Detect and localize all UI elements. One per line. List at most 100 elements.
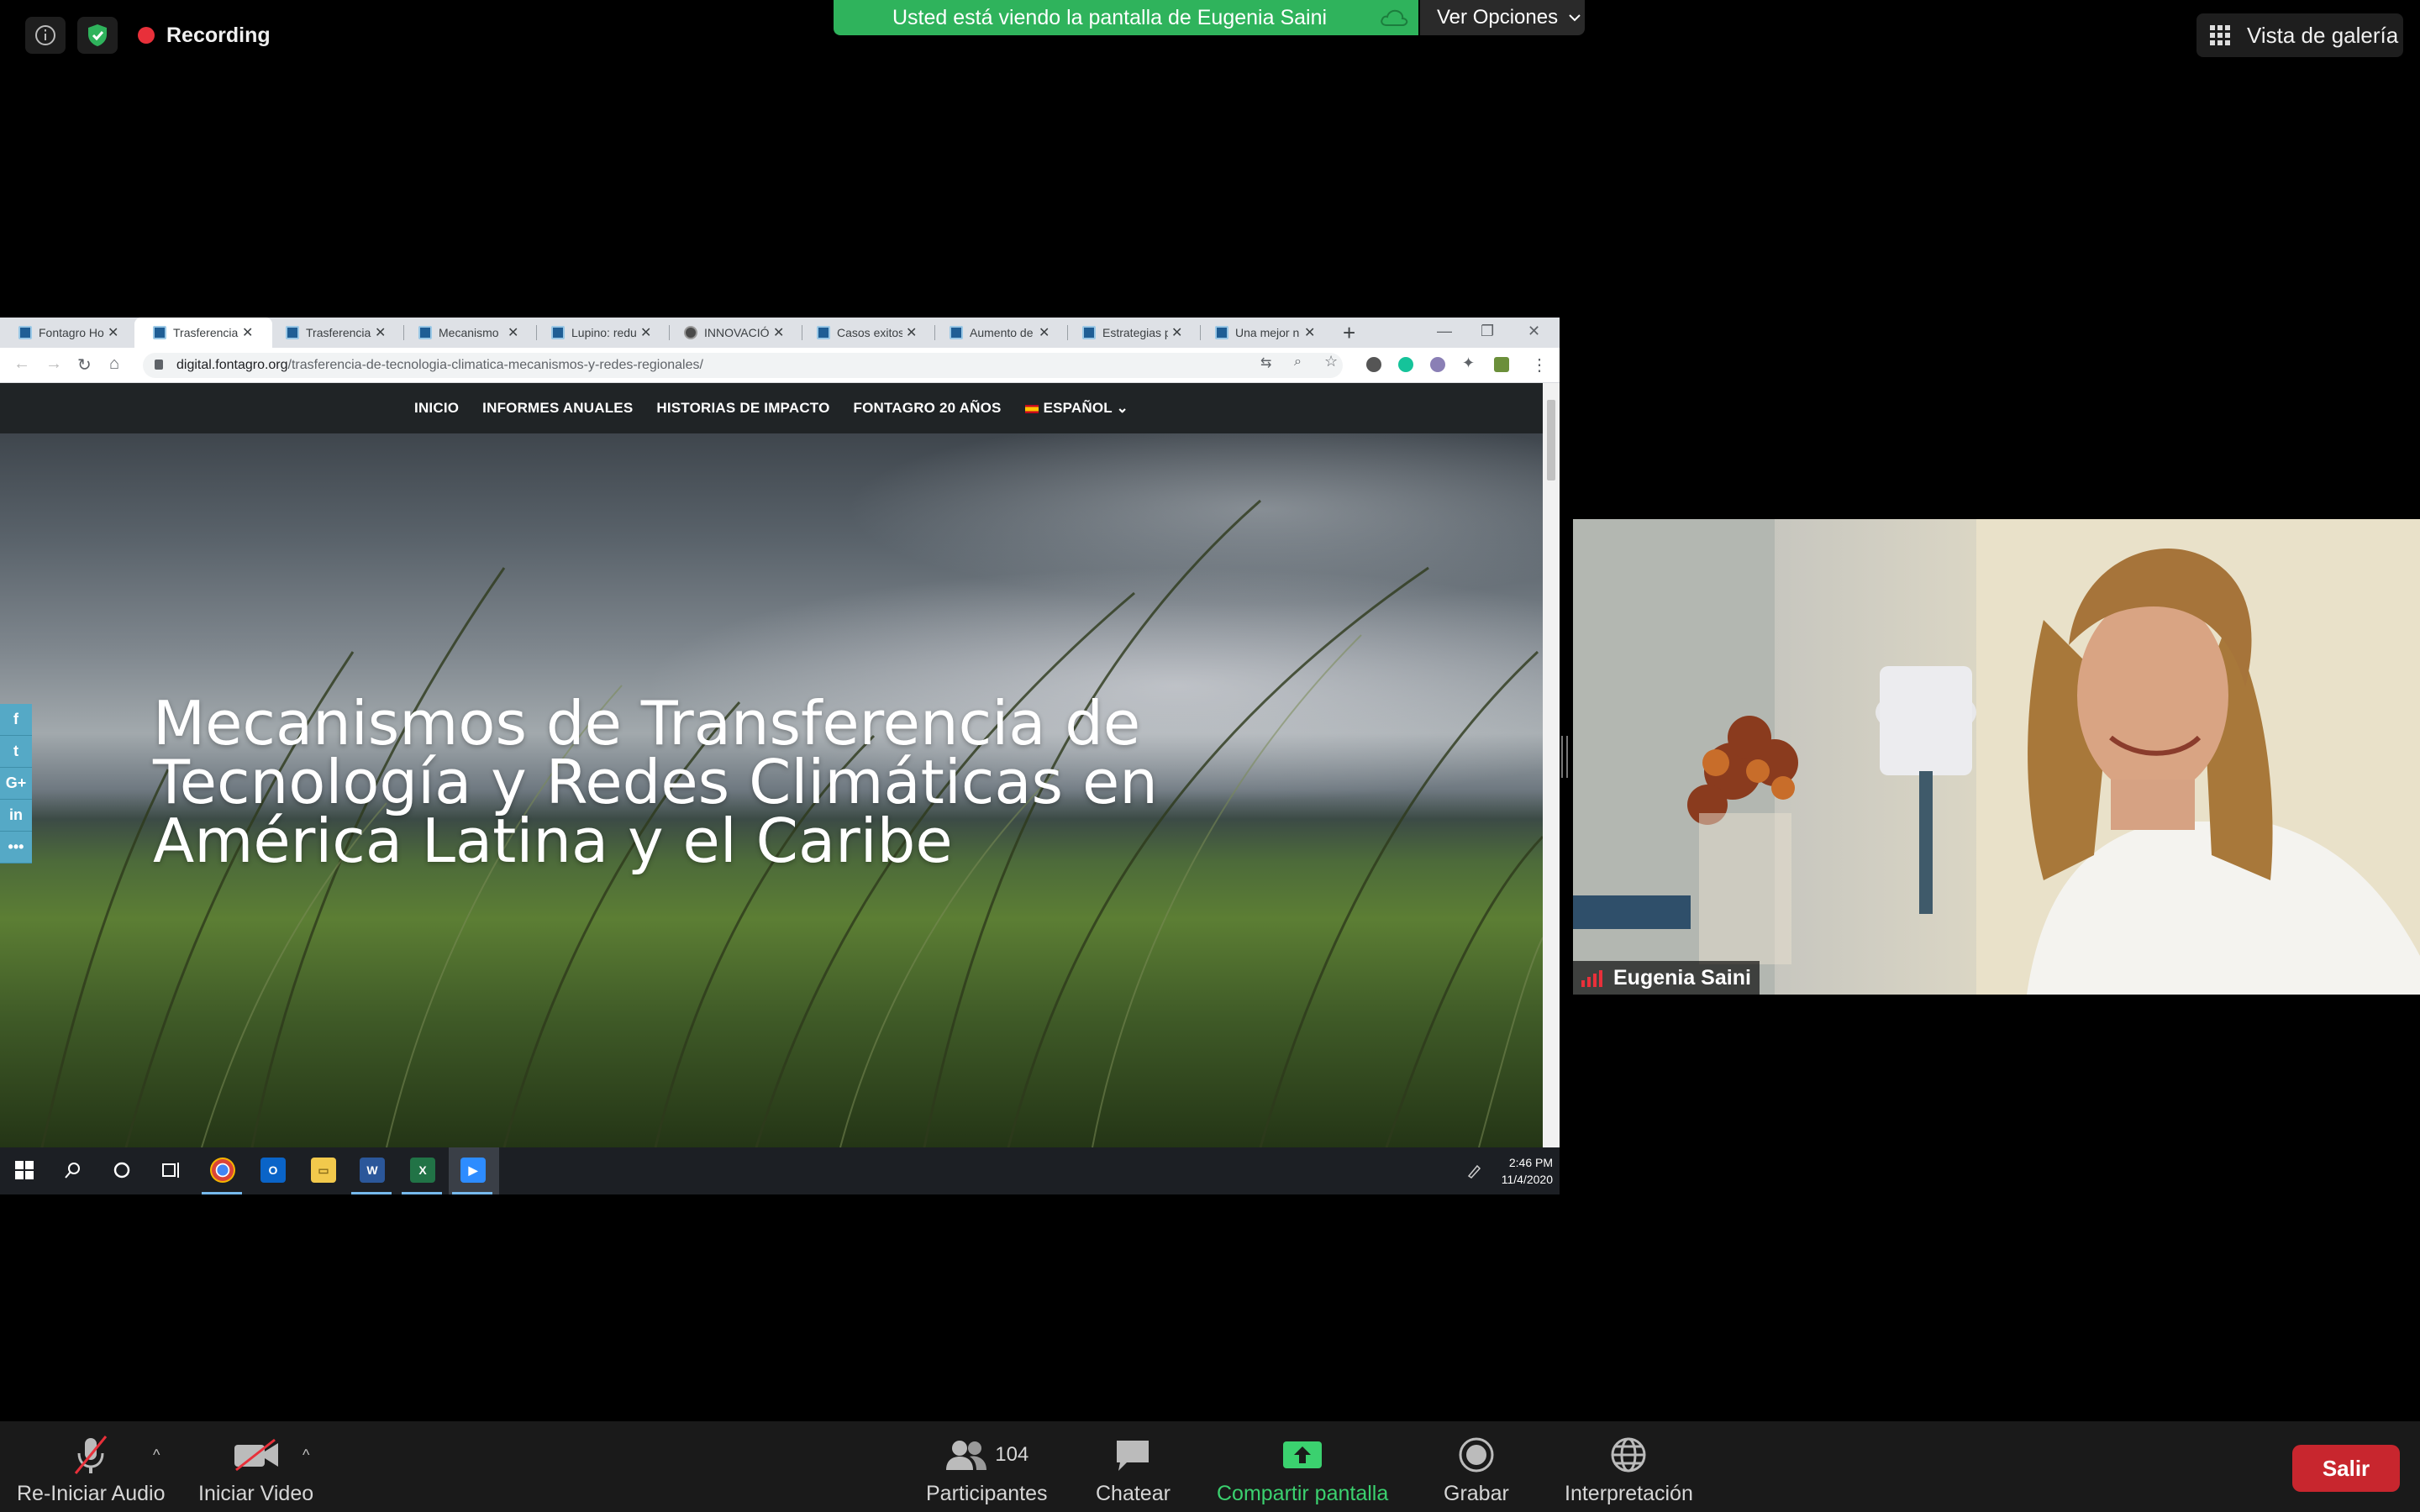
zoom-app-icon[interactable]: ▶ <box>460 1158 486 1183</box>
video-options-caret-icon[interactable]: ^ <box>302 1446 309 1464</box>
browser-tab[interactable]: Casos exitos ✕ <box>798 318 917 348</box>
address-bar[interactable]: digital.fontagro.org/trasferencia-de-tec… <box>143 353 1343 378</box>
participants-count: 104 <box>995 1443 1029 1466</box>
video-off-camera-icon <box>234 1438 278 1472</box>
grammarly-icon[interactable] <box>1398 357 1413 372</box>
facebook-share-button[interactable]: f <box>0 704 32 736</box>
twitter-share-button[interactable]: t <box>0 736 32 768</box>
browser-tab[interactable]: INNOVACIÓ ✕ <box>666 318 784 348</box>
tab-title: Trasferencia <box>306 326 371 339</box>
participants-button[interactable]: 104 Participantes <box>926 1433 1048 1506</box>
chrome-icon[interactable] <box>210 1158 235 1183</box>
windows-start-icon[interactable] <box>12 1158 37 1183</box>
nav-informes-anuales[interactable]: INFORMES ANUALES <box>482 400 633 417</box>
leave-meeting-button[interactable]: Salir <box>2292 1445 2400 1492</box>
browser-tab[interactable]: Mecanismo ✕ <box>400 318 518 348</box>
clock-time: 2:46 PM <box>1508 1156 1553 1169</box>
translate-icon[interactable]: ⇆ <box>1260 354 1271 371</box>
interpretation-label: Interpretación <box>1565 1482 1693 1505</box>
video-button[interactable]: Iniciar Video <box>198 1433 313 1506</box>
pen-icon[interactable] <box>1462 1158 1487 1183</box>
grid-icon <box>2210 25 2230 45</box>
viewing-banner-text: Usted está viendo la pantalla de Eugenia… <box>892 5 1328 29</box>
language-selector[interactable]: ESPAÑOL ⌄ <box>1024 400 1128 417</box>
security-button[interactable] <box>77 17 118 54</box>
fontagro-favicon-icon <box>551 326 565 339</box>
cortana-icon[interactable] <box>109 1158 134 1183</box>
recording-label: Recording <box>166 23 271 47</box>
file-explorer-icon[interactable]: ▭ <box>311 1158 336 1183</box>
close-icon[interactable]: ✕ <box>108 324 118 341</box>
excel-active-indicator <box>402 1192 442 1194</box>
close-icon[interactable]: ✕ <box>375 324 386 341</box>
view-options-button[interactable]: Ver Opciones <box>1420 0 1585 35</box>
forward-arrow-icon[interactable]: → <box>45 354 62 374</box>
minimize-icon[interactable]: — <box>1437 318 1452 348</box>
restore-icon[interactable]: ❐ <box>1481 318 1494 348</box>
nav-fontagro-20[interactable]: FONTAGRO 20 AÑOS <box>854 400 1002 417</box>
extension-icon[interactable] <box>1366 357 1381 372</box>
google-plus-share-button[interactable]: G+ <box>0 768 32 800</box>
taskbar-clock[interactable]: 2:46 PM 11/4/2020 <box>1502 1154 1553 1188</box>
zoom-magnifier-icon[interactable]: ⌕ <box>1294 354 1302 370</box>
audio-button[interactable]: Re-Iniciar Audio <box>17 1433 165 1506</box>
audio-options-caret-icon[interactable]: ^ <box>153 1446 160 1464</box>
nav-inicio[interactable]: INICIO <box>414 400 459 417</box>
recording-indicator[interactable]: Recording <box>138 18 271 52</box>
browser-tab[interactable]: Aumento de ✕ <box>931 318 1050 348</box>
nav-historias-de-impacto[interactable]: HISTORIAS DE IMPACTO <box>656 400 829 417</box>
page-scrollbar[interactable] <box>1543 383 1560 1147</box>
new-tab-plus-icon[interactable]: + <box>1343 318 1355 348</box>
linkedin-share-button[interactable]: in <box>0 800 32 832</box>
back-arrow-icon[interactable]: ← <box>13 354 30 374</box>
url-text: digital.fontagro.org/trasferencia-de-tec… <box>176 358 703 373</box>
close-icon[interactable]: ✕ <box>1304 324 1315 341</box>
close-icon[interactable]: ✕ <box>242 324 253 341</box>
home-icon[interactable]: ⌂ <box>109 354 119 374</box>
outlook-icon[interactable]: O <box>260 1158 286 1183</box>
fontagro-favicon-icon <box>1082 326 1096 339</box>
record-button[interactable]: Grabar <box>1444 1433 1509 1506</box>
info-button[interactable] <box>25 17 66 54</box>
shared-screen: Fontagro Ho ✕ Trasferencia ✕ Trasferenci… <box>0 318 1560 1194</box>
profile-icon[interactable] <box>1494 357 1509 372</box>
bookmark-star-icon[interactable]: ☆ <box>1324 353 1338 370</box>
participant-video[interactable]: Eugenia Saini <box>1573 519 2420 995</box>
browser-tab[interactable]: Trasferencia ✕ <box>267 318 386 348</box>
extension-icon[interactable] <box>1430 357 1445 372</box>
browser-tab-active[interactable]: Trasferencia ✕ <box>134 318 272 348</box>
close-icon[interactable]: ✕ <box>773 324 784 341</box>
word-icon[interactable]: W <box>360 1158 385 1183</box>
reload-icon[interactable]: ↻ <box>77 354 92 375</box>
gallery-view-button[interactable]: Vista de galería <box>2196 13 2403 57</box>
puzzle-extensions-icon[interactable]: ✦ <box>1462 354 1475 372</box>
close-icon[interactable]: ✕ <box>906 324 917 341</box>
close-icon[interactable]: ✕ <box>1171 324 1182 341</box>
task-view-icon[interactable] <box>158 1158 183 1183</box>
url-path: /trasferencia-de-tecnologia-climatica-me… <box>287 358 703 372</box>
browser-tab[interactable]: Estrategias p ✕ <box>1064 318 1182 348</box>
interpretation-button[interactable]: Interpretación <box>1565 1433 1693 1506</box>
browser-tab[interactable]: Una mejor n ✕ <box>1197 318 1315 348</box>
share-screen-button[interactable]: Compartir pantalla <box>1217 1433 1388 1506</box>
zoom-active-indicator <box>452 1192 492 1194</box>
windows-taskbar: O ▭ W X ▶ 2:46 PM 11/4/2020 <box>0 1147 1560 1194</box>
browser-tab[interactable]: Lupino: redu ✕ <box>533 318 651 348</box>
scrollbar-thumb[interactable] <box>1547 400 1555 480</box>
panel-resize-handle[interactable] <box>1561 736 1568 778</box>
close-icon[interactable]: ✕ <box>508 324 518 341</box>
site-navigation: INICIO INFORMES ANUALES HISTORIAS DE IMP… <box>0 383 1543 433</box>
chat-button[interactable]: Chatear <box>1096 1433 1171 1506</box>
kebab-menu-icon[interactable]: ⋮ <box>1531 354 1548 375</box>
fontagro-favicon-icon <box>1215 326 1228 339</box>
close-icon[interactable]: ✕ <box>1039 324 1050 341</box>
globe-icon <box>1611 1437 1646 1473</box>
window-close-icon[interactable]: ✕ <box>1528 318 1540 348</box>
muted-microphone-icon <box>75 1436 108 1474</box>
excel-icon[interactable]: X <box>410 1158 435 1183</box>
more-share-button[interactable]: ••• <box>0 832 32 864</box>
browser-tab[interactable]: Fontagro Ho ✕ <box>0 318 118 348</box>
close-icon[interactable]: ✕ <box>640 324 651 341</box>
search-icon[interactable] <box>60 1158 86 1183</box>
chat-label: Chatear <box>1096 1482 1171 1505</box>
